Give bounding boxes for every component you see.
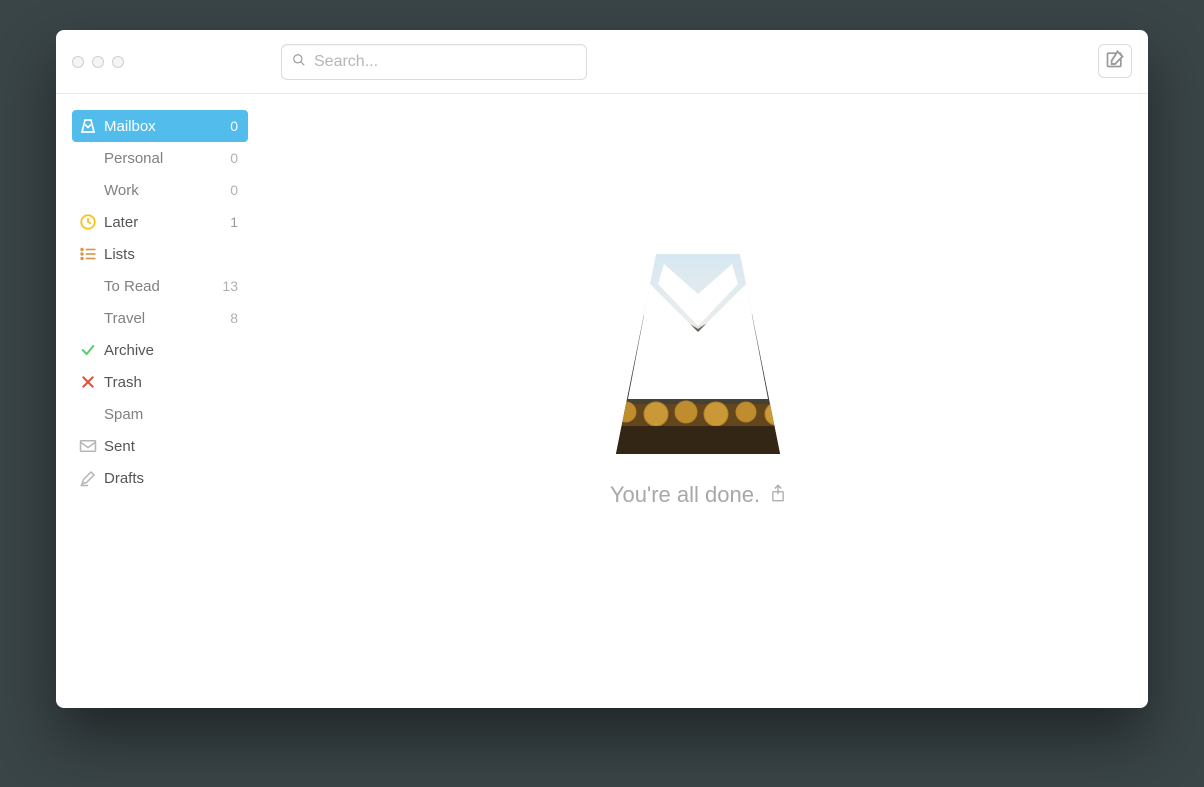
toolbar bbox=[56, 30, 1148, 94]
sidebar-item-spam[interactable]: Spam bbox=[72, 398, 248, 430]
minimize-window-button[interactable] bbox=[92, 56, 104, 68]
content-pane: You're all done. bbox=[248, 94, 1148, 708]
sidebar-item-trash[interactable]: Trash bbox=[72, 366, 248, 398]
empty-state-message: You're all done. bbox=[610, 482, 786, 508]
sidebar-item-label: Archive bbox=[104, 342, 238, 359]
search-field[interactable] bbox=[281, 44, 587, 80]
sent-icon bbox=[78, 439, 98, 453]
share-icon bbox=[770, 484, 786, 502]
compose-button[interactable] bbox=[1098, 44, 1132, 78]
sidebar-item-count: 0 bbox=[230, 150, 238, 166]
sidebar-item-drafts[interactable]: Drafts bbox=[72, 462, 248, 494]
sidebar-item-toread[interactable]: To Read 13 bbox=[72, 270, 248, 302]
sidebar-item-personal[interactable]: Personal 0 bbox=[72, 142, 248, 174]
archive-icon bbox=[78, 342, 98, 358]
mailbox-icon bbox=[78, 118, 98, 134]
sidebar-item-count: 1 bbox=[230, 214, 238, 230]
sidebar-item-label: Work bbox=[104, 182, 230, 199]
sidebar-item-label: To Read bbox=[104, 278, 222, 295]
sidebar: Mailbox 0 Personal 0 Work 0 Later bbox=[56, 94, 248, 708]
share-button[interactable] bbox=[770, 482, 786, 508]
sidebar-item-later[interactable]: Later 1 bbox=[72, 206, 248, 238]
close-window-button[interactable] bbox=[72, 56, 84, 68]
app-window: Mailbox 0 Personal 0 Work 0 Later bbox=[56, 30, 1148, 708]
sidebar-item-count: 0 bbox=[230, 182, 238, 198]
search-input[interactable] bbox=[314, 53, 576, 71]
empty-state-logo bbox=[586, 254, 810, 454]
search-icon bbox=[292, 53, 306, 72]
sidebar-item-count: 8 bbox=[230, 310, 238, 326]
sidebar-item-count: 0 bbox=[230, 118, 238, 134]
window-controls bbox=[72, 56, 124, 68]
drafts-icon bbox=[78, 469, 98, 487]
sidebar-item-travel[interactable]: Travel 8 bbox=[72, 302, 248, 334]
sidebar-item-label: Lists bbox=[104, 246, 238, 263]
done-text: You're all done. bbox=[610, 482, 760, 508]
sidebar-item-sent[interactable]: Sent bbox=[72, 430, 248, 462]
sidebar-item-label: Trash bbox=[104, 374, 238, 391]
lists-icon bbox=[78, 246, 98, 262]
compose-icon bbox=[1105, 49, 1125, 74]
sidebar-item-lists[interactable]: Lists bbox=[72, 238, 248, 270]
sidebar-item-label: Travel bbox=[104, 310, 230, 327]
sidebar-item-label: Drafts bbox=[104, 470, 238, 487]
mailbox-logo-icon bbox=[586, 254, 810, 454]
zoom-window-button[interactable] bbox=[112, 56, 124, 68]
later-icon bbox=[78, 213, 98, 231]
sidebar-item-archive[interactable]: Archive bbox=[72, 334, 248, 366]
sidebar-item-count: 13 bbox=[222, 278, 238, 294]
sidebar-item-work[interactable]: Work 0 bbox=[72, 174, 248, 206]
app-body: Mailbox 0 Personal 0 Work 0 Later bbox=[56, 94, 1148, 708]
sidebar-item-mailbox[interactable]: Mailbox 0 bbox=[72, 110, 248, 142]
sidebar-item-label: Mailbox bbox=[104, 118, 230, 135]
sidebar-item-label: Later bbox=[104, 214, 230, 231]
sidebar-item-label: Spam bbox=[104, 406, 238, 423]
sidebar-item-label: Personal bbox=[104, 150, 230, 167]
trash-icon bbox=[78, 374, 98, 390]
sidebar-item-label: Sent bbox=[104, 438, 238, 455]
